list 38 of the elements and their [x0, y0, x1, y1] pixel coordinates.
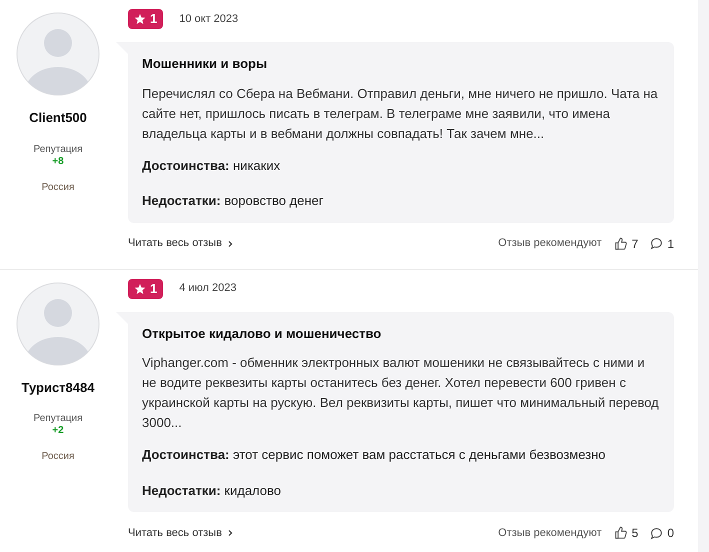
country: Россия: [42, 450, 74, 464]
reputation-value: +2: [52, 425, 64, 437]
thumbs-up-icon: [614, 236, 628, 250]
review-date: 10 окт 2023: [179, 12, 238, 27]
like-button[interactable]: 7: [614, 234, 638, 252]
country: Россия: [42, 180, 74, 194]
rating-value: 1: [150, 10, 158, 28]
review-pros: Достоинства: этот сервис поможет вам расстаться с деньгами безвозмезно: [142, 446, 607, 464]
reputation-label: Репутация: [34, 413, 82, 425]
recommend-label: Отзыв рекомендуют: [498, 236, 602, 252]
read-more-link[interactable]: Читать весь отзыв: [128, 235, 234, 252]
comment-icon: [650, 526, 664, 540]
review-text: Viphanger.com - обменник электронных валют мошеники не связывайтесь с ними и не водите реквезиты карты останитесь без денег. Хотел перевести 600 гривен с украинской карты на рускую. Вел реквизиты карты, пишет что минимальный перевод 3000...: [142, 354, 660, 432]
avatar-icon: [16, 12, 100, 96]
review-cons: Недостатки: кидалово: [142, 482, 282, 500]
reputation-label: Репутация: [34, 144, 82, 156]
reputation-value: +8: [52, 156, 64, 168]
chevron-icon: [226, 240, 234, 248]
recommend-label: Отзыв рекомендуют: [498, 526, 602, 541]
avatar-icon: [16, 282, 100, 366]
star-icon: [134, 13, 146, 25]
read-more-link[interactable]: Читать весь отзыв: [128, 524, 234, 542]
review-date: 4 июл 2023: [179, 281, 237, 296]
comments-button[interactable]: 1: [650, 234, 674, 252]
comments-button[interactable]: 0: [650, 524, 674, 542]
chevron-icon: [226, 529, 234, 537]
star-icon: [134, 282, 146, 294]
review-title: Мошенники и воры: [142, 55, 268, 73]
thumbs-up-icon: [614, 526, 628, 540]
author-name[interactable]: Турист8484: [22, 378, 94, 397]
review-cons: Недостатки: воровство денег: [142, 192, 325, 210]
review-pros: Достоинства: никаких: [142, 156, 282, 175]
rating-value: 1: [150, 280, 158, 298]
review-title: Открытое кидалово и мошеничество: [142, 324, 382, 343]
like-button[interactable]: 5: [614, 524, 638, 542]
author-name[interactable]: Client500: [29, 108, 87, 128]
comment-icon: [650, 237, 664, 250]
review-text: Перечислял со Сбера на Вебмани. Отправил деньги, мне ничего не пришло. Чата на сайте нет, пришлось писать в телеграм. В телеграме мне заявили, что имена владельца карты и в вебмани должны совпадать! Так зачем мне...: [142, 84, 659, 143]
